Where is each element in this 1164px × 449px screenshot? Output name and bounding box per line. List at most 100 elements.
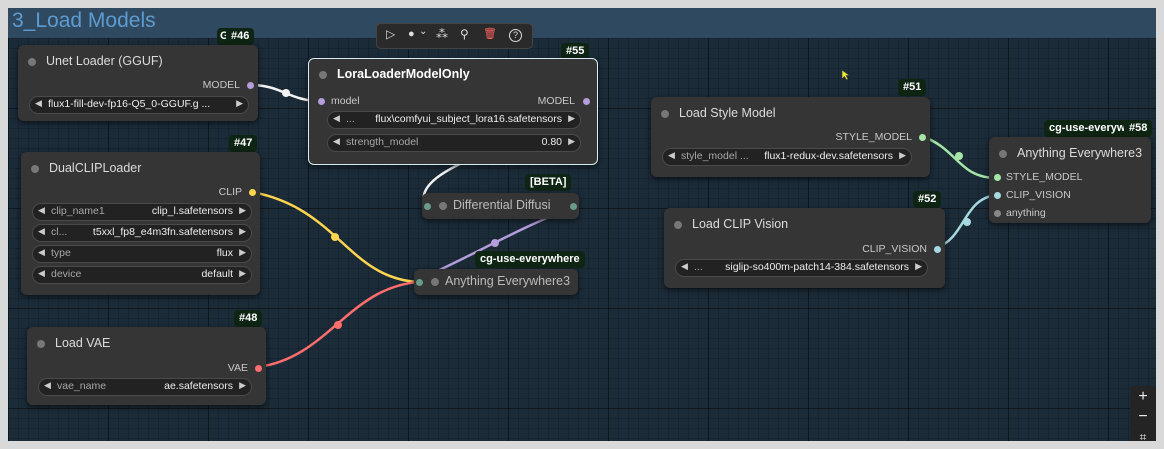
arrow-left-icon[interactable]: ◀ <box>35 98 42 109</box>
widget-clip-name2[interactable]: ◀ cl... t5xxl_fp8_e4m3fn.safetensors ▶ <box>32 224 252 242</box>
arrow-left-icon[interactable]: ◀ <box>38 247 45 258</box>
arrow-right-icon[interactable]: ▶ <box>568 113 575 124</box>
widget-style-model[interactable]: ◀ style_model ... flux1-redux-dev.safete… <box>662 148 912 166</box>
input-port-anything[interactable] <box>416 279 423 286</box>
input-port-style-model[interactable] <box>994 174 1001 181</box>
node-badge-anything-right: cg-use-everyw <box>1044 120 1134 137</box>
color-circle-icon[interactable]: ● <box>408 28 415 40</box>
arrow-right-icon[interactable]: ▶ <box>899 150 906 161</box>
input-port-clip-vision[interactable] <box>994 192 1001 199</box>
collapse-dot[interactable] <box>999 150 1007 158</box>
output-label-vae: VAE <box>227 362 248 374</box>
node-anything-everywhere-mid[interactable]: Anything Everywhere3 <box>414 269 578 295</box>
node-unet-loader[interactable]: Unet Loader (GGUF) MODEL ◀ flux1-fill-de… <box>18 45 258 121</box>
node-load-vae[interactable]: Load VAE VAE ◀ vae_name ae.safetensors ▶ <box>27 327 266 405</box>
arrow-left-icon[interactable]: ◀ <box>38 268 45 279</box>
output-port-style-model[interactable] <box>919 134 926 141</box>
wire-clip-midpoint <box>331 233 339 241</box>
output-port-model[interactable] <box>247 82 254 89</box>
collapse-dot[interactable] <box>674 221 682 229</box>
widget-label: ... <box>346 113 355 125</box>
arrow-left-icon[interactable]: ◀ <box>44 380 51 391</box>
input-label-style-model: STYLE_MODEL <box>1006 171 1083 183</box>
node-toolbar: ▷ ● ⌄ ⁂ ⚲ 🗑 ? <box>376 23 533 49</box>
node-badge-style: #51 <box>898 79 927 96</box>
arrow-left-icon[interactable]: ◀ <box>668 150 675 161</box>
input-label-anything: anything <box>1006 207 1046 219</box>
node-lora-loader[interactable]: LoraLoaderModelOnly model MODEL ◀ ... fl… <box>308 58 598 165</box>
arrow-left-icon[interactable]: ◀ <box>681 261 688 272</box>
widget-value: siglip-so400m-patch14-384.safetensors <box>725 261 909 273</box>
arrow-left-icon[interactable]: ◀ <box>38 226 45 237</box>
collapse-dot[interactable] <box>319 71 327 79</box>
collapse-dot[interactable] <box>37 340 45 348</box>
widget-value: flux1-fill-dev-fp16-Q5_0-GGUF.g ... <box>48 98 211 110</box>
node-badge-anything-right-id: #58 <box>1124 120 1153 137</box>
input-port-model[interactable] <box>318 98 325 105</box>
node-load-style-model[interactable]: Load Style Model STYLE_MODEL ◀ style_mod… <box>651 97 930 177</box>
output-label-clip: CLIP <box>218 186 242 198</box>
node-title: LoraLoaderModelOnly <box>337 67 470 81</box>
zoom-in-button[interactable]: + <box>1130 388 1156 406</box>
widget-clip-vision-name[interactable]: ◀ ... siglip-so400m-patch14-384.safetens… <box>675 259 928 277</box>
node-load-clip-vision[interactable]: Load CLIP Vision CLIP_VISION ◀ ... sigli… <box>664 208 945 288</box>
arrow-right-icon[interactable]: ▶ <box>236 98 243 109</box>
node-badge-vae: #48 <box>234 310 263 327</box>
output-port-model[interactable] <box>570 203 577 210</box>
collapse-dot[interactable] <box>31 165 39 173</box>
widget-device[interactable]: ◀ device default ▶ <box>32 266 252 284</box>
graph-canvas[interactable]: 3_Load Models ▷ ● ⌄ ⁂ ⚲ 🗑 ? G #46 Unet L… <box>8 8 1156 441</box>
node-anything-everywhere-right[interactable]: Anything Everywhere3 STYLE_MODEL CLIP_VI… <box>989 137 1151 223</box>
trash-icon[interactable]: 🗑 <box>483 27 497 40</box>
widget-strength-model[interactable]: ◀ strength_model 0.80 ▶ <box>327 134 581 152</box>
output-port-clip[interactable] <box>249 189 256 196</box>
input-port-model[interactable] <box>424 203 431 210</box>
collapse-dot[interactable] <box>431 278 439 286</box>
cursor-icon <box>841 69 851 81</box>
wire-diff-midpoint <box>491 239 499 247</box>
widget-type[interactable]: ◀ type flux ▶ <box>32 245 252 263</box>
pin-icon[interactable]: ⚲ <box>460 27 469 41</box>
output-port-model[interactable] <box>583 98 590 105</box>
node-title: Load CLIP Vision <box>692 217 789 231</box>
arrow-left-icon[interactable]: ◀ <box>333 136 340 147</box>
node-badge-unet: #46 <box>226 28 255 45</box>
wire-model-midpoint <box>282 89 290 97</box>
arrow-right-icon[interactable]: ▶ <box>239 247 246 258</box>
collapse-dot[interactable] <box>439 202 447 210</box>
fit-view-button[interactable]: ⌗ <box>1130 430 1156 441</box>
node-badge-anything-mid: cg-use-everywhere <box>475 251 585 268</box>
chevron-down-icon[interactable]: ⌄ <box>419 26 427 37</box>
widget-unet-name[interactable]: ◀ flux1-fill-dev-fp16-Q5_0-GGUF.g ... ▶ <box>29 96 249 114</box>
arrow-right-icon[interactable]: ▶ <box>915 261 922 272</box>
widget-label: device <box>51 268 82 280</box>
node-dualcliploader[interactable]: DualCLIPLoader CLIP ◀ clip_name1 clip_l.… <box>21 152 260 295</box>
node-badge-dualclip: #47 <box>229 135 258 152</box>
collapse-dot[interactable] <box>661 110 669 118</box>
output-port-vae[interactable] <box>255 365 262 372</box>
widget-lora-name[interactable]: ◀ ... flux\comfyui_subject_lora16.safete… <box>327 111 581 129</box>
wand-icon[interactable]: ⁂ <box>436 27 448 41</box>
zoom-out-button[interactable]: − <box>1130 408 1156 426</box>
output-label-model: MODEL <box>537 95 575 107</box>
widget-value: t5xxl_fp8_e4m3fn.safetensors <box>92 226 233 238</box>
arrow-right-icon[interactable]: ▶ <box>568 136 575 147</box>
arrow-left-icon[interactable]: ◀ <box>38 205 45 216</box>
input-port-anything[interactable] <box>994 210 1001 217</box>
arrow-left-icon[interactable]: ◀ <box>333 113 340 124</box>
widget-vae-name[interactable]: ◀ vae_name ae.safetensors ▶ <box>38 378 252 396</box>
input-label-clip-vision: CLIP_VISION <box>1006 189 1071 201</box>
widget-clip-name1[interactable]: ◀ clip_name1 clip_l.safetensors ▶ <box>32 203 252 221</box>
wire-vae-midpoint <box>334 321 342 329</box>
help-icon[interactable]: ? <box>509 29 522 42</box>
arrow-right-icon[interactable]: ▶ <box>239 268 246 279</box>
play-icon[interactable]: ▷ <box>386 27 395 41</box>
arrow-right-icon[interactable]: ▶ <box>239 205 246 216</box>
widget-label: vae_name <box>57 380 107 392</box>
arrow-right-icon[interactable]: ▶ <box>239 226 246 237</box>
node-title: DualCLIPLoader <box>49 161 142 175</box>
collapse-dot[interactable] <box>28 58 36 66</box>
arrow-right-icon[interactable]: ▶ <box>239 380 246 391</box>
node-differential-diffusion[interactable]: Differential Diffusi <box>422 193 579 219</box>
output-port-clip-vision[interactable] <box>934 246 941 253</box>
